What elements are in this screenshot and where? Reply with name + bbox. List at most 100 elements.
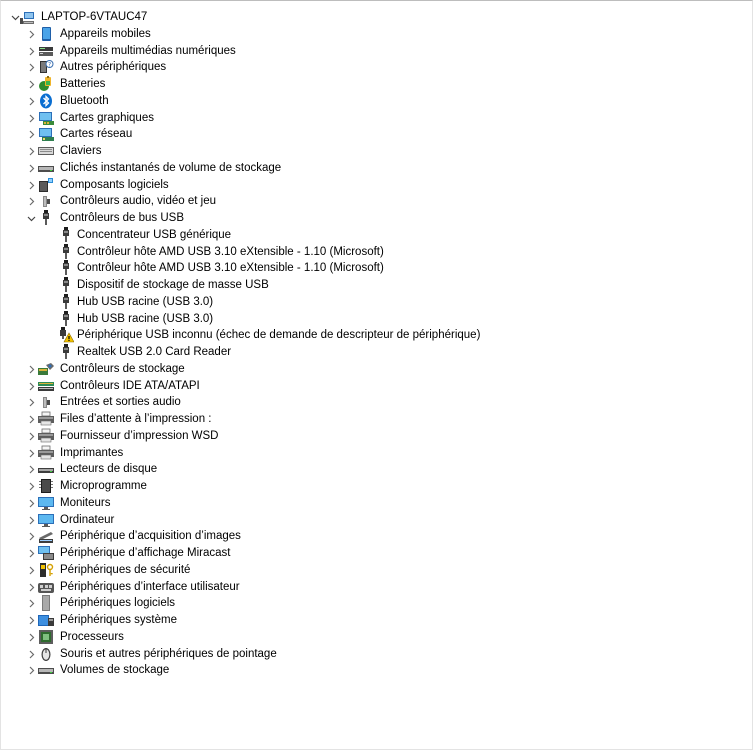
hid-icon — [38, 579, 54, 595]
expand-chevron-icon[interactable] — [25, 76, 37, 93]
tree-node-peripheriques-de-securite[interactable]: Périphériques de sécurité — [1, 562, 741, 579]
expand-chevron-icon[interactable] — [25, 43, 37, 60]
tree-node-composants-logiciels[interactable]: Composants logiciels — [1, 177, 741, 194]
mobile-device-icon — [38, 26, 54, 42]
tree-node-label: Entrées et sorties audio — [60, 396, 181, 408]
tree-node-processeurs[interactable]: Processeurs — [1, 629, 741, 646]
expand-chevron-icon[interactable] — [25, 562, 37, 579]
tree-node-appareils-multimedias-numeriques[interactable]: Appareils multimédias numériques — [1, 43, 741, 60]
tree-node-fournisseur-d-impression-wsd[interactable]: Fournisseur d’impression WSD — [1, 428, 741, 445]
expand-chevron-icon[interactable] — [25, 646, 37, 663]
tree-node-claviers[interactable]: Claviers — [1, 143, 741, 160]
tree-node-volumes-de-stockage[interactable]: Volumes de stockage — [1, 662, 741, 679]
expand-chevron-icon[interactable] — [25, 378, 37, 395]
computer-icon — [19, 9, 35, 25]
tree-node-label: Ordinateur — [60, 514, 115, 526]
tree-node-label: Contrôleur hôte AMD USB 3.10 eXtensible … — [77, 262, 384, 274]
tree-node-label: Périphériques logiciels — [60, 597, 176, 609]
ide-controller-icon — [38, 378, 54, 394]
tree-node-entrees-et-sorties-audio[interactable]: Entrées et sorties audio — [1, 394, 741, 411]
tree-node-laptop-6vtauc47[interactable]: LAPTOP-6VTAUC47 — [1, 9, 741, 26]
battery-icon — [38, 76, 54, 92]
tree-node-moniteurs[interactable]: Moniteurs — [1, 495, 741, 512]
usb-plug-icon — [58, 244, 74, 260]
tree-node-label: LAPTOP-6VTAUC47 — [41, 11, 148, 23]
tree-node-bluetooth[interactable]: Bluetooth — [1, 93, 741, 110]
tree-node-label: Appareils mobiles — [60, 28, 151, 40]
expand-chevron-icon[interactable] — [25, 110, 37, 127]
tree-node-label: Moniteurs — [60, 497, 111, 509]
tree-node-controleurs-audio-video-et-jeu[interactable]: Contrôleurs audio, vidéo et jeu — [1, 193, 741, 210]
collapse-chevron-icon[interactable] — [25, 210, 37, 227]
tree-node-files-d-attente-a-l-impression[interactable]: Files d’attente à l’impression : — [1, 411, 741, 428]
tree-node-label: Contrôleurs de stockage — [60, 363, 185, 375]
expand-chevron-icon[interactable] — [25, 512, 37, 529]
expand-chevron-icon[interactable] — [25, 528, 37, 545]
tree-node-cartes-graphiques[interactable]: Cartes graphiques — [1, 110, 741, 127]
tree-node-concentrateur-usb-generique[interactable]: Concentrateur USB générique — [1, 227, 741, 244]
tree-node-autres-peripheriques[interactable]: ? Autres périphériques — [1, 59, 741, 76]
tree-node-label: Appareils multimédias numériques — [60, 45, 236, 57]
expand-chevron-icon[interactable] — [25, 662, 37, 679]
expand-chevron-icon[interactable] — [25, 545, 37, 562]
expand-chevron-icon[interactable] — [25, 59, 37, 76]
expand-chevron-icon[interactable] — [25, 428, 37, 445]
tree-node-controleur-hote-amd-usb-3-10-extensible-1-10-microsoft[interactable]: Contrôleur hôte AMD USB 3.10 eXtensible … — [1, 244, 741, 261]
tree-node-label: Contrôleurs audio, vidéo et jeu — [60, 195, 216, 207]
tree-node-controleurs-de-stockage[interactable]: Contrôleurs de stockage — [1, 361, 741, 378]
tree-node-peripheriques-d-interface-utilisateur[interactable]: Périphériques d’interface utilisateur — [1, 579, 741, 596]
expand-chevron-icon[interactable] — [25, 495, 37, 512]
tree-node-peripherique-d-acquisition-d-images[interactable]: Périphérique d’acquisition d’images — [1, 528, 741, 545]
expand-chevron-icon[interactable] — [25, 445, 37, 462]
tree-node-hub-usb-racine-usb-3-0[interactable]: Hub USB racine (USB 3.0) — [1, 294, 741, 311]
expand-chevron-icon[interactable] — [25, 361, 37, 378]
tree-node-microprogramme[interactable]: Microprogramme — [1, 478, 741, 495]
tree-node-label: Bluetooth — [60, 95, 109, 107]
tree-node-dispositif-de-stockage-de-masse-usb[interactable]: Dispositif de stockage de masse USB — [1, 277, 741, 294]
tree-node-batteries[interactable]: Batteries — [1, 76, 741, 93]
network-adapter-icon — [38, 126, 54, 142]
tree-node-peripheriques-systeme[interactable]: Périphériques système — [1, 612, 741, 629]
display-adapter-icon — [38, 110, 54, 126]
expand-chevron-icon[interactable] — [25, 143, 37, 160]
drive-icon — [38, 160, 54, 176]
miracast-icon — [38, 545, 54, 561]
tree-node-lecteurs-de-disque[interactable]: Lecteurs de disque — [1, 461, 741, 478]
tree-node-cartes-reseau[interactable]: Cartes réseau — [1, 126, 741, 143]
tree-node-realtek-usb-2-0-card-reader[interactable]: Realtek USB 2.0 Card Reader — [1, 344, 741, 361]
tree-node-label: Cartes graphiques — [60, 112, 154, 124]
tree-node-souris-et-autres-peripheriques-de-pointage[interactable]: Souris et autres périphériques de pointa… — [1, 646, 741, 663]
tree-node-hub-usb-racine-usb-3-0[interactable]: Hub USB racine (USB 3.0) — [1, 311, 741, 328]
tree-node-label: Lecteurs de disque — [60, 463, 158, 475]
expand-chevron-icon[interactable] — [25, 595, 37, 612]
tree-node-controleur-hote-amd-usb-3-10-extensible-1-10-microsoft[interactable]: Contrôleur hôte AMD USB 3.10 eXtensible … — [1, 260, 741, 277]
expand-chevron-icon[interactable] — [25, 579, 37, 596]
expand-chevron-icon[interactable] — [25, 629, 37, 646]
mouse-icon — [38, 646, 54, 662]
tree-node-imprimantes[interactable]: Imprimantes — [1, 445, 741, 462]
expand-chevron-icon[interactable] — [25, 612, 37, 629]
usb-plug-icon — [38, 210, 54, 226]
tree-node-ordinateur[interactable]: Ordinateur — [1, 512, 741, 529]
expand-chevron-icon[interactable] — [25, 193, 37, 210]
tree-node-controleurs-de-bus-usb[interactable]: Contrôleurs de bus USB — [1, 210, 741, 227]
scanner-icon — [38, 528, 54, 544]
expand-chevron-icon[interactable] — [25, 160, 37, 177]
tree-node-label: Contrôleurs de bus USB — [60, 212, 185, 224]
expand-chevron-icon[interactable] — [25, 394, 37, 411]
expand-chevron-icon[interactable] — [25, 26, 37, 43]
tree-node-cliches-instantanes-de-volume-de-stockage[interactable]: Clichés instantanés de volume de stockag… — [1, 160, 741, 177]
tree-node-label: Périphériques système — [60, 614, 177, 626]
expand-chevron-icon[interactable] — [25, 411, 37, 428]
expand-chevron-icon[interactable] — [25, 177, 37, 194]
expand-chevron-icon[interactable] — [25, 126, 37, 143]
expand-chevron-icon[interactable] — [25, 478, 37, 495]
tree-node-label: Souris et autres périphériques de pointa… — [60, 648, 277, 660]
expand-chevron-icon[interactable] — [25, 93, 37, 110]
tree-node-controleurs-ide-ata-atapi[interactable]: Contrôleurs IDE ATA/ATAPI — [1, 378, 741, 395]
expand-chevron-icon[interactable] — [25, 461, 37, 478]
tree-node-appareils-mobiles[interactable]: Appareils mobiles — [1, 26, 741, 43]
tree-node-peripherique-d-affichage-miracast[interactable]: Périphérique d’affichage Miracast — [1, 545, 741, 562]
tree-node-peripheriques-logiciels[interactable]: Périphériques logiciels — [1, 595, 741, 612]
tree-node-peripherique-usb-inconnu-echec-de-demande-de-descripteur-de-[interactable]: Périphérique USB inconnu (échec de deman… — [1, 327, 741, 344]
